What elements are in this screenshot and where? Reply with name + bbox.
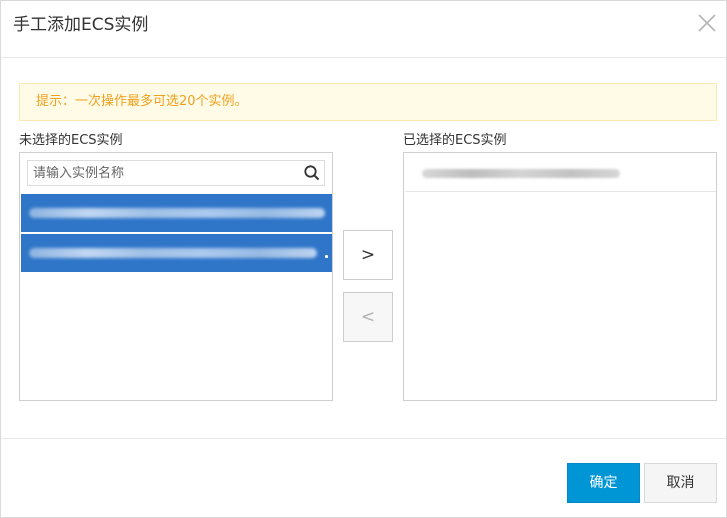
available-list [19,152,333,401]
tip-banner: 提示：一次操作最多可选20个实例。 [19,83,717,121]
cancel-button[interactable]: 取消 [644,463,717,503]
redacted-instance-name [29,248,317,258]
selected-instance-item[interactable] [405,154,716,192]
tip-text: 提示：一次操作最多可选20个实例。 [36,94,248,109]
footer-divider [1,438,726,439]
dialog: 手工添加ECS实例 提示：一次操作最多可选20个实例。 未选择的ECS实例 > [0,0,727,518]
redacted-instance-name [29,208,325,218]
dialog-title: 手工添加ECS实例 [13,15,149,35]
search-box [27,160,325,186]
move-left-button[interactable]: < [343,292,393,342]
available-instance-item[interactable] [21,234,332,272]
search-input[interactable] [28,161,298,185]
selected-list-label: 已选择的ECS实例 [403,133,507,148]
search-icon[interactable] [303,164,321,182]
close-button[interactable] [696,12,718,34]
selected-list [403,152,717,401]
close-icon [698,14,716,32]
move-right-button[interactable]: > [343,230,393,280]
ellipsis-dot [325,255,328,258]
available-instance-item[interactable] [21,194,332,232]
redacted-instance-name [422,169,620,178]
confirm-button[interactable]: 确定 [567,463,640,503]
dialog-header: 手工添加ECS实例 [1,1,726,58]
available-list-label: 未选择的ECS实例 [19,133,123,148]
